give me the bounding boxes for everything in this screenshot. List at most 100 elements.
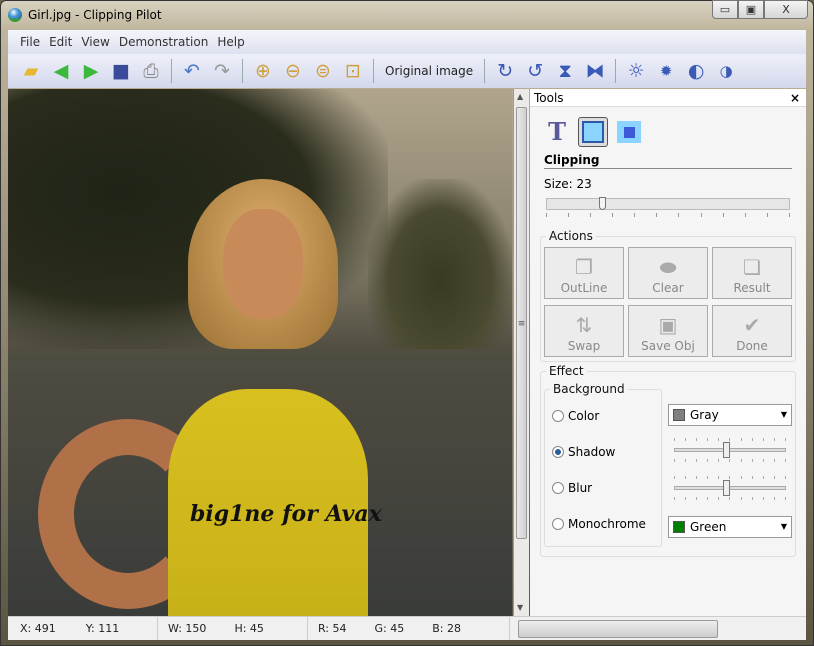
save-icon[interactable]: ■: [108, 57, 134, 85]
text-tool-icon[interactable]: T: [542, 117, 572, 147]
zoom-in-icon[interactable]: ⊕: [250, 57, 276, 85]
menu-file[interactable]: File: [20, 35, 40, 49]
radio-button[interactable]: [552, 518, 564, 530]
scroll-thumb[interactable]: ≡: [516, 107, 527, 539]
zoom-out-icon[interactable]: ⊖: [280, 57, 306, 85]
brightness-up-icon[interactable]: ☼: [623, 57, 649, 85]
radio-button[interactable]: [552, 410, 564, 422]
button-label: Done: [736, 339, 768, 353]
maximize-button[interactable]: ▣: [738, 0, 764, 19]
effect-legend: Effect: [546, 364, 587, 378]
radio-label: Blur: [568, 481, 593, 495]
background-legend: Background: [550, 382, 628, 396]
menu-view[interactable]: View: [81, 35, 109, 49]
blur-slider[interactable]: [668, 476, 792, 500]
rotate-left-icon[interactable]: ↺: [522, 57, 548, 85]
rotate-right-icon[interactable]: ↻: [492, 57, 518, 85]
tools-close-button[interactable]: ×: [790, 91, 800, 105]
minimize-button[interactable]: ▭: [712, 0, 738, 19]
status-r: R: 54: [318, 622, 347, 635]
app-icon: [8, 8, 22, 22]
progress-bar: [518, 619, 718, 638]
keyhole-icon: ▣: [658, 313, 678, 337]
photo-person: [38, 179, 388, 616]
zoom-fit-icon[interactable]: ⊜: [310, 57, 336, 85]
print-icon[interactable]: ⎙: [138, 57, 164, 85]
outline-icon: ❐: [575, 255, 593, 279]
done-button[interactable]: ✔ Done: [712, 305, 792, 357]
status-bar: X: 491 Y: 111 W: 150 H: 45 R: 54 G: 45 B…: [8, 616, 806, 640]
actions-legend: Actions: [546, 229, 596, 243]
panel-scrollbar[interactable]: ▲ ≡ ▼: [513, 89, 529, 616]
slider-knob[interactable]: [723, 442, 730, 458]
radio-label: Shadow: [568, 445, 616, 459]
color-swatch: [673, 521, 685, 533]
scroll-up-icon[interactable]: ▲: [517, 92, 523, 102]
redo-icon[interactable]: ↷: [209, 57, 235, 85]
status-w: W: 150: [168, 622, 207, 635]
status-x: X: 491: [20, 622, 56, 635]
select-value: Green: [690, 520, 727, 534]
radio-color[interactable]: Color: [552, 406, 599, 426]
outline-button[interactable]: ❐ OutLine: [544, 247, 624, 299]
radio-label: Monochrome: [568, 517, 646, 531]
swap-button[interactable]: ⇅ Swap: [544, 305, 624, 357]
radio-button[interactable]: [552, 446, 564, 458]
status-b: B: 28: [432, 622, 461, 635]
menu-edit[interactable]: Edit: [49, 35, 72, 49]
tools-title: Tools: [534, 90, 564, 105]
eraser-icon: ⬬: [659, 255, 677, 279]
color-swatch: [673, 409, 685, 421]
color-select[interactable]: Gray ▼: [668, 404, 792, 426]
size-slider-knob[interactable]: [599, 197, 607, 210]
flip-vertical-icon[interactable]: ⧗: [552, 57, 578, 85]
button-label: Clear: [652, 281, 684, 295]
toolbar: ▰ ◀ ▶ ■ ⎙ ↶ ↷ ⊕ ⊖ ⊜ ⊡ Original image ↻ ↺…: [8, 54, 806, 88]
flip-horizontal-icon[interactable]: ⧓: [582, 57, 608, 85]
toolbar-divider: [373, 59, 374, 83]
radio-monochrome[interactable]: Monochrome: [552, 514, 646, 534]
original-image-button[interactable]: Original image: [381, 64, 477, 78]
radio-button[interactable]: [552, 482, 564, 494]
menu-demonstration[interactable]: Demonstration: [119, 35, 209, 49]
open-icon[interactable]: ▰: [18, 57, 44, 85]
clipping-tool-icon[interactable]: [578, 117, 608, 147]
result-button[interactable]: ❏ Result: [712, 247, 792, 299]
chevron-down-icon: ▼: [780, 522, 787, 531]
menu-help[interactable]: Help: [217, 35, 244, 49]
contrast-down-icon[interactable]: ◑: [713, 57, 739, 85]
photo-trees: [368, 179, 512, 349]
contrast-up-icon[interactable]: ◐: [683, 57, 709, 85]
image-canvas[interactable]: big1ne for Avax: [8, 89, 512, 616]
status-h: H: 45: [234, 622, 264, 635]
radio-shadow[interactable]: Shadow: [552, 442, 615, 462]
scroll-down-icon[interactable]: ▼: [517, 603, 523, 613]
select-value: Gray: [690, 408, 719, 422]
button-label: Result: [733, 281, 771, 295]
checkmark-icon: ✔: [743, 313, 761, 337]
result-icon: ❏: [743, 255, 761, 279]
undo-icon[interactable]: ↶: [179, 57, 205, 85]
zoom-actual-icon[interactable]: ⊡: [340, 57, 366, 85]
radio-blur[interactable]: Blur: [552, 478, 592, 498]
image-watermark: big1ne for Avax: [190, 501, 382, 527]
tools-panel: Tools × T Clipping Size: 23 Actions ❐ Out…: [530, 89, 806, 616]
toolbar-divider: [171, 59, 172, 83]
shadow-slider[interactable]: [668, 438, 792, 462]
back-arrow-icon[interactable]: ◀: [48, 57, 74, 85]
brightness-down-icon[interactable]: ✹: [653, 57, 679, 85]
forward-arrow-icon[interactable]: ▶: [78, 57, 104, 85]
button-label: Save Obj: [641, 339, 695, 353]
monochrome-select[interactable]: Green ▼: [668, 516, 792, 538]
slider-knob[interactable]: [723, 480, 730, 496]
clear-button[interactable]: ⬬ Clear: [628, 247, 708, 299]
menu-bar: File Edit View Demonstration Help: [8, 30, 806, 54]
object-tool-icon[interactable]: [614, 117, 644, 147]
button-label: OutLine: [560, 281, 608, 295]
chevron-down-icon: ▼: [780, 410, 787, 419]
size-label: Size: 23: [544, 177, 592, 191]
status-g: G: 45: [374, 622, 405, 635]
size-slider[interactable]: [546, 197, 790, 210]
save-obj-button[interactable]: ▣ Save Obj: [628, 305, 708, 357]
close-button[interactable]: X: [764, 0, 808, 19]
